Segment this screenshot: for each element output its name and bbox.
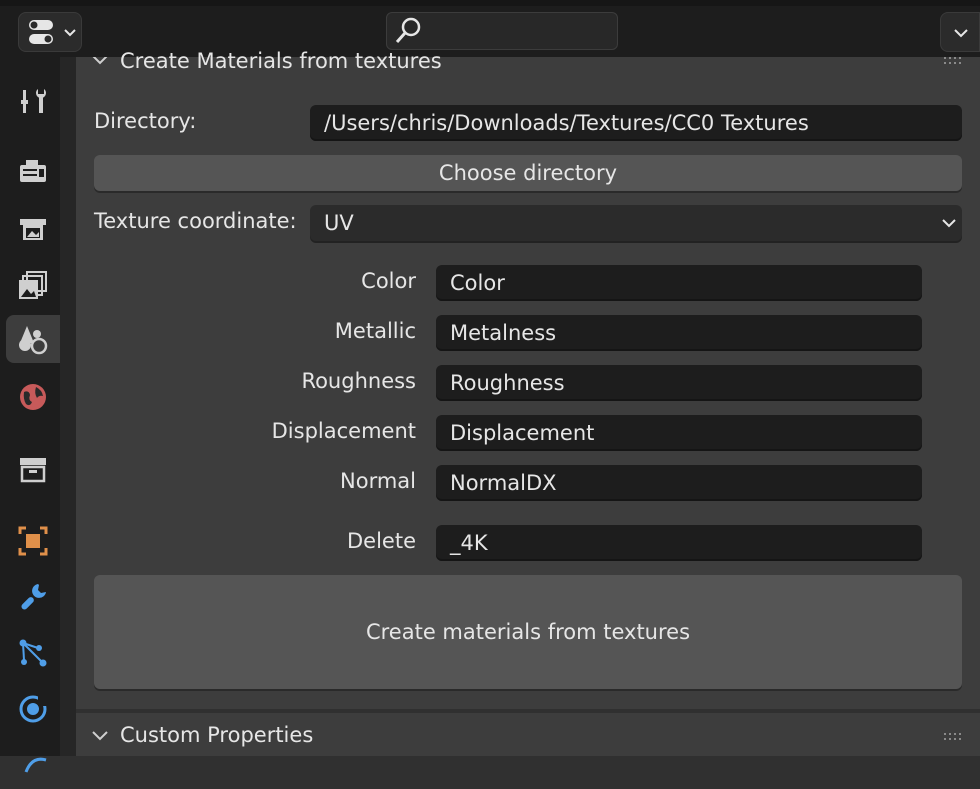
toggle-icon [29,20,76,44]
texture-coordinate-value: UV [324,211,354,235]
directory-label: Directory: [94,109,197,133]
panel-title[interactable]: Create Materials from textures [120,49,442,73]
chevron-down-icon [942,219,956,228]
displacement-field[interactable]: Displacement [436,415,922,451]
output-icon [20,219,46,240]
tab-modifier[interactable] [6,573,60,621]
tab-particles[interactable] [6,629,60,677]
tab-object[interactable] [6,517,60,565]
color-label: Color [361,269,416,293]
tab-view-layer[interactable] [6,261,60,309]
tool-icon [21,89,46,113]
drag-grip-icon[interactable] [942,733,966,743]
view-layer-icon [19,271,47,299]
metallic-field[interactable]: Metalness [436,315,922,351]
drag-grip-icon[interactable] [942,57,966,67]
chevron-down-icon [954,29,968,38]
properties-tabs [0,57,60,773]
sidebar-gutter [60,57,76,756]
choose-directory-button[interactable]: Choose directory [94,155,962,191]
tab-world[interactable] [6,373,60,421]
properties-search[interactable] [386,12,618,50]
directory-field[interactable]: /Users/chris/Downloads/Textures/CC0 Text… [310,105,962,141]
particles-icon [19,639,47,667]
create-materials-button[interactable]: Create materials from textures [94,575,962,689]
create-materials-panel: Create Materials from textures Directory… [76,49,980,709]
collection-icon [20,458,46,483]
normal-field[interactable]: NormalDX [436,465,922,501]
chevron-down-icon[interactable] [90,729,110,743]
delete-field[interactable]: _4K [436,525,922,561]
editor-type-dropdown[interactable] [18,12,82,52]
delete-label: Delete [347,529,416,553]
tab-scene[interactable] [6,315,60,363]
object-icon [18,526,48,556]
custom-properties-panel: Custom Properties [76,713,980,756]
roughness-label: Roughness [301,369,416,393]
tab-physics[interactable] [6,685,60,733]
tab-render[interactable] [6,147,60,195]
options-dropdown[interactable] [940,12,980,52]
tab-output[interactable] [6,204,60,252]
search-icon [395,17,421,43]
render-icon [20,160,46,182]
metallic-label: Metallic [334,319,416,343]
physics-icon [19,694,48,723]
world-icon [20,384,46,410]
scene-icon [19,326,48,355]
custom-properties-title[interactable]: Custom Properties [120,723,313,747]
roughness-field[interactable]: Roughness [436,365,922,401]
top-strip [0,0,980,6]
tab-constraints[interactable] [6,741,60,789]
tab-tool[interactable] [6,77,60,125]
color-field[interactable]: Color [436,265,922,301]
texture-coordinate-select[interactable]: UV [310,205,962,241]
chevron-down-icon[interactable] [90,57,110,71]
normal-label: Normal [340,469,416,493]
displacement-label: Displacement [271,419,416,443]
texture-coordinate-label: Texture coordinate: [94,209,297,233]
constraints-icon [24,757,47,773]
modifier-icon [21,584,46,610]
tab-collection[interactable] [6,445,60,493]
